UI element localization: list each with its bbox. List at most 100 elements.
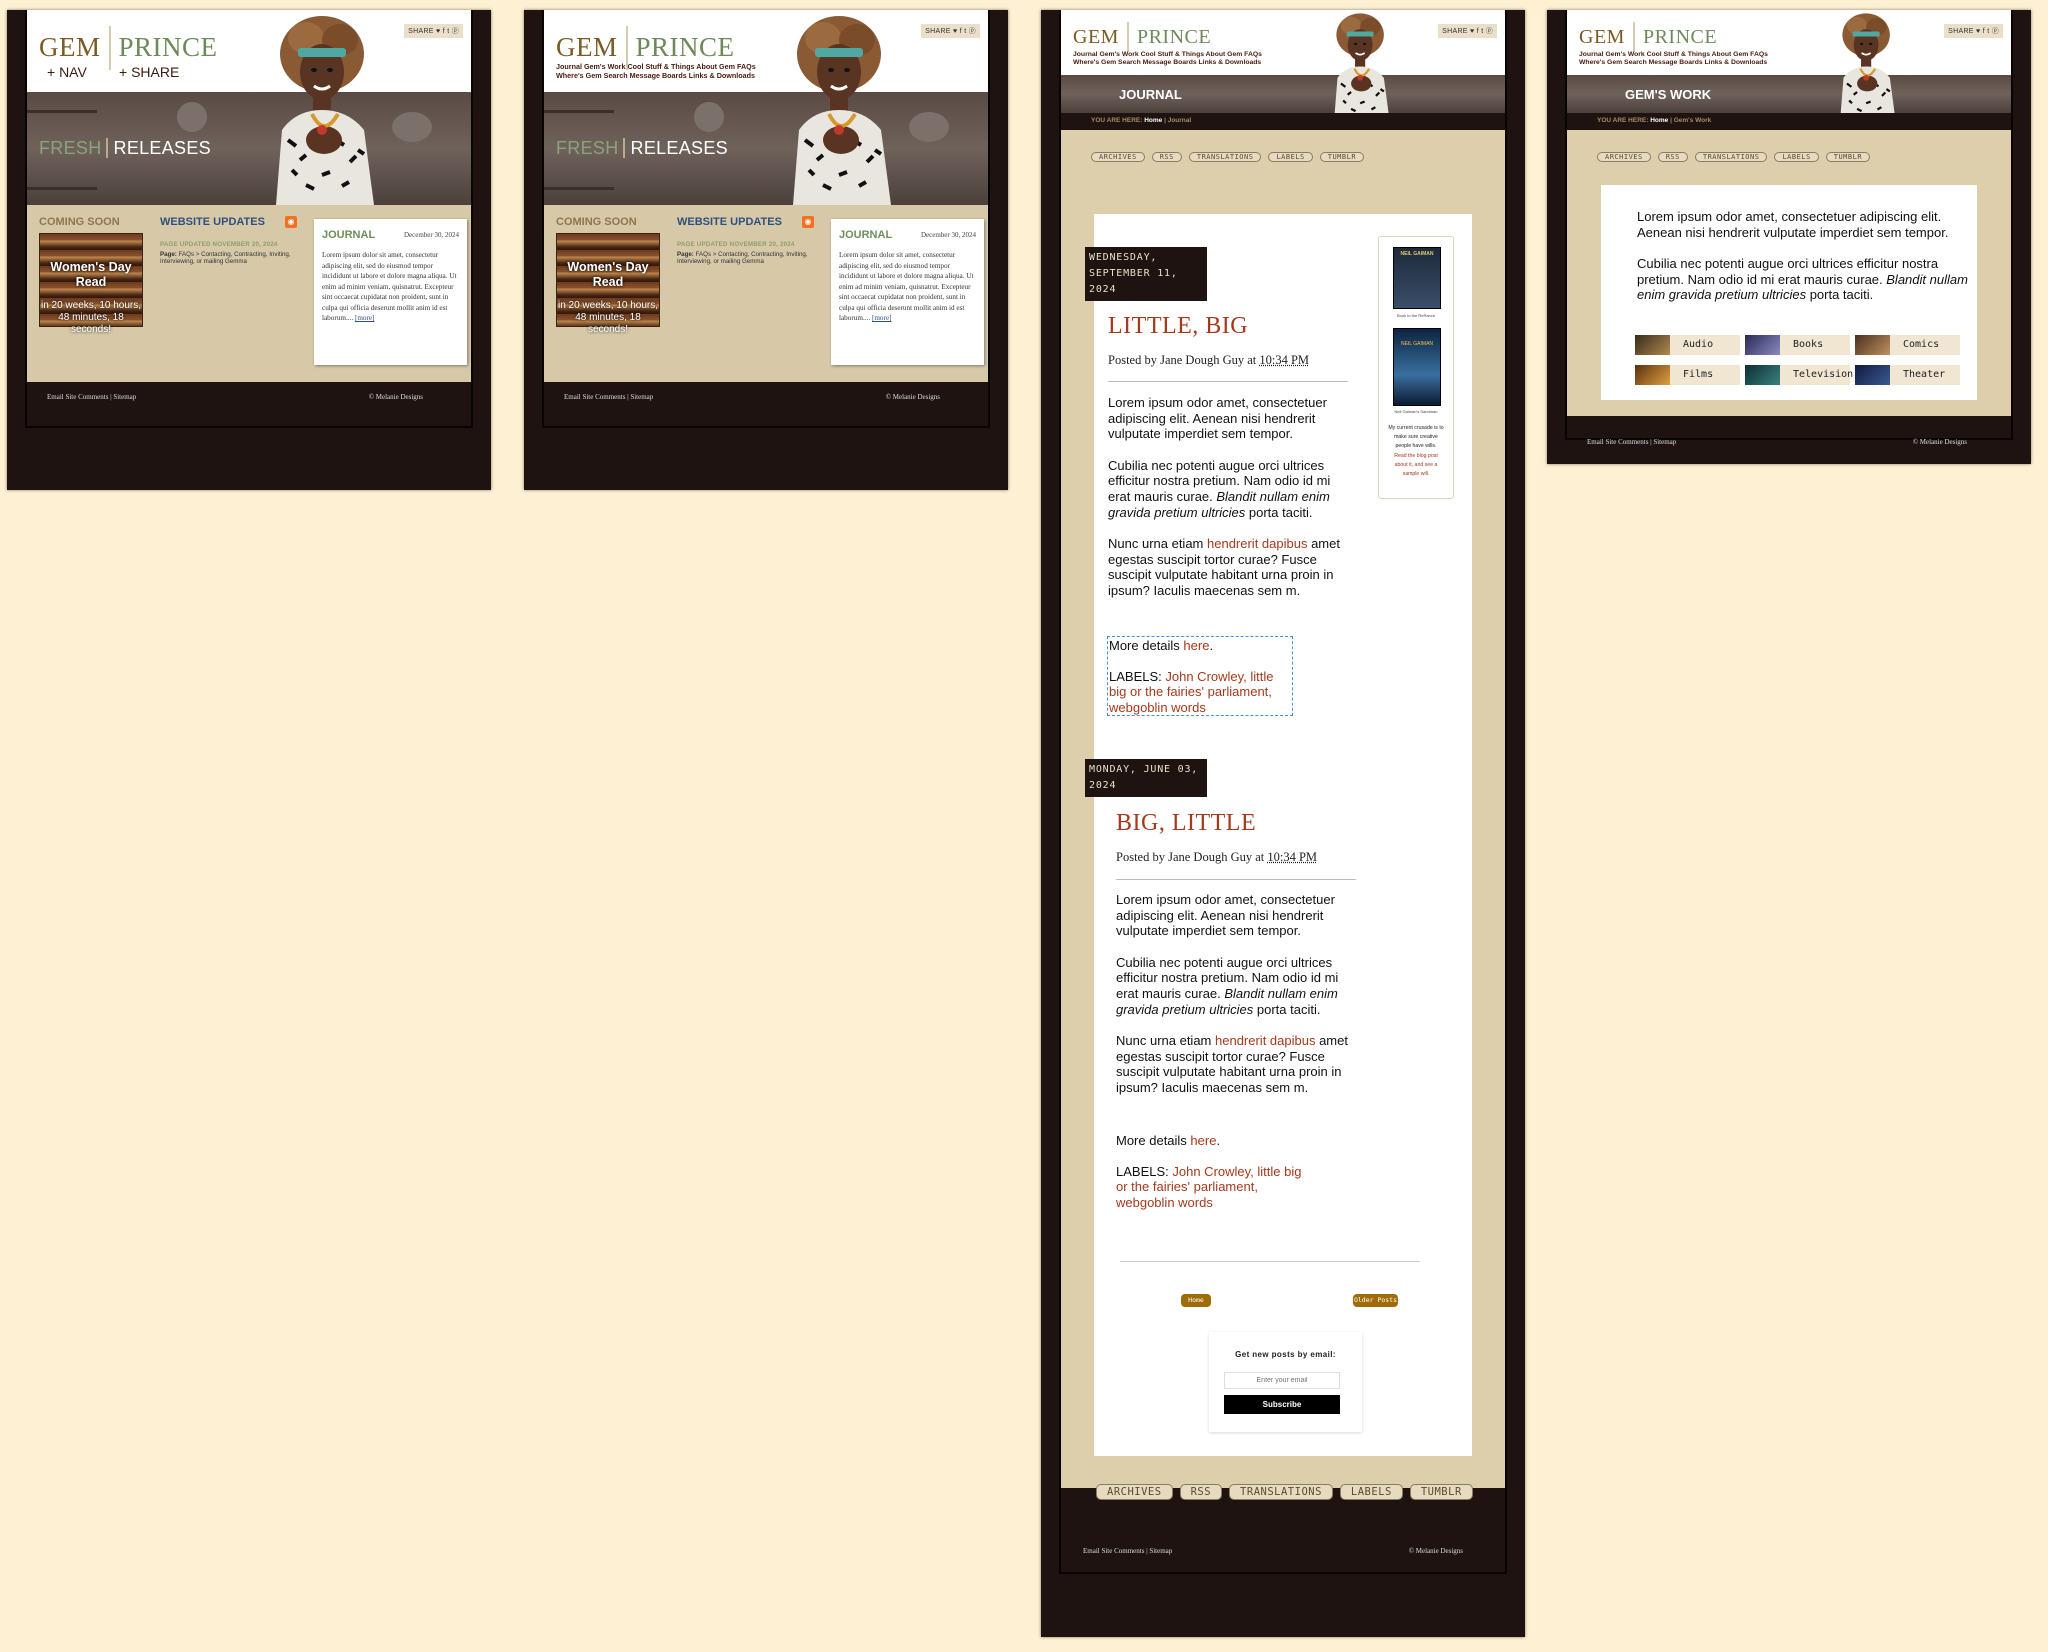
book-cover-1[interactable]: NEIL GAIMAN bbox=[1393, 247, 1441, 309]
footer-copyright: © Melanie Designs bbox=[1408, 1547, 1463, 1555]
nav-toggle[interactable]: + NAV bbox=[47, 64, 87, 80]
post-date: WEDNESDAY, SEPTEMBER 11, 2024 bbox=[1085, 247, 1207, 301]
footer-links[interactable]: Email Site Comments | Sitemap bbox=[564, 393, 653, 401]
logo-prince: PRINCE bbox=[118, 32, 218, 62]
coming-soon-heading: COMING SOON bbox=[556, 216, 637, 228]
home-content: COMING SOON Women's Day Read in 20 weeks… bbox=[544, 205, 988, 382]
tab-tumblr[interactable]: TUMBLR bbox=[1409, 1484, 1473, 1500]
post-title[interactable]: BIG, LITTLE bbox=[1116, 810, 1256, 837]
category-theater[interactable]: Theater bbox=[1855, 365, 1960, 385]
site-logo[interactable]: GEM PRINCE bbox=[1073, 22, 1211, 52]
more-link[interactable]: [more] bbox=[872, 314, 892, 322]
mobile-nav-screen: GEM PRINCE + NAV + SHARE SHARE ♥ f t ⓟ FR… bbox=[7, 10, 491, 490]
sidebar-link[interactable]: Read the blog post about it, and see a s… bbox=[1388, 452, 1444, 479]
post-divider bbox=[1108, 381, 1348, 382]
more-details-link[interactable]: here bbox=[1183, 638, 1209, 653]
more-link[interactable]: [more] bbox=[355, 314, 375, 322]
site-header: GEM PRINCE Journal Gem's Work Cool Stuff … bbox=[544, 10, 988, 92]
rss-icon[interactable]: ◉ bbox=[802, 216, 814, 228]
post-title[interactable]: LITTLE, BIG bbox=[1108, 313, 1248, 340]
older-posts-button[interactable]: Older Posts bbox=[1353, 1294, 1398, 1307]
post-timestamp[interactable]: 10:34 PM bbox=[1259, 353, 1309, 367]
journal-card: JOURNAL December 30, 2024 Lorem ipsum do… bbox=[314, 219, 467, 365]
footer-links[interactable]: Email Site Comments | Sitemap bbox=[47, 393, 136, 401]
journal-card: JOURNAL December 30, 2024 Lorem ipsum do… bbox=[831, 219, 984, 365]
post-timestamp[interactable]: 10:34 PM bbox=[1267, 850, 1317, 864]
website-updates-heading: WEBSITE UPDATES bbox=[677, 216, 782, 228]
hero-title: JOURNAL bbox=[1119, 87, 1182, 102]
rss-icon[interactable]: ◉ bbox=[285, 216, 297, 228]
share-toggle[interactable]: + SHARE bbox=[119, 64, 179, 80]
post-footer-selected: More details here. LABELS: John Crowley,… bbox=[1107, 636, 1293, 716]
tab-tumblr[interactable]: TUMBLR bbox=[1825, 152, 1871, 162]
hero-title: FRESH RELEASES bbox=[556, 138, 728, 158]
main-nav[interactable]: Journal Gem's Work Cool Stuff & Things A… bbox=[556, 62, 786, 80]
tab-archives[interactable]: ARCHIVES bbox=[1091, 152, 1145, 162]
countdown-book-banner[interactable]: Women's Day Read in 20 weeks, 10 hours, … bbox=[556, 233, 660, 335]
tab-archives[interactable]: ARCHIVES bbox=[1096, 1484, 1173, 1500]
journal-card-title: JOURNAL bbox=[839, 229, 893, 241]
tab-translations[interactable]: TRANSLATIONS bbox=[1694, 152, 1768, 162]
post-meta: Posted by Jane Dough Guy at 10:34 PM bbox=[1116, 850, 1318, 864]
post-footer: More details here. LABELS: John Crowley,… bbox=[1116, 1133, 1302, 1211]
category-comics[interactable]: Comics bbox=[1855, 335, 1960, 355]
sidebar-text: My current crusade is to make sure creat… bbox=[1388, 425, 1444, 449]
category-audio[interactable]: Audio bbox=[1635, 335, 1740, 355]
inline-link[interactable]: hendrerit dapibus bbox=[1207, 536, 1307, 551]
share-bar[interactable]: SHARE ♥ f t ⓟ bbox=[921, 24, 980, 38]
email-input[interactable] bbox=[1224, 1372, 1340, 1389]
site-logo[interactable]: GEM PRINCE bbox=[1579, 22, 1717, 52]
home-button[interactable]: Home bbox=[1181, 1294, 1211, 1307]
category-television[interactable]: Television bbox=[1745, 365, 1853, 385]
work-intro: Lorem ipsum odor amet, consectetuer adip… bbox=[1637, 209, 1968, 303]
book-cover-2[interactable]: NEIL GAIMAN bbox=[1393, 328, 1441, 406]
tab-archives[interactable]: ARCHIVES bbox=[1597, 152, 1651, 162]
work-card: Lorem ipsum odor amet, consectetuer adip… bbox=[1601, 185, 1977, 400]
hero-banner: GEM'S WORK bbox=[1567, 75, 2011, 113]
countdown-book-banner[interactable]: Women's Day Read in 20 weeks, 10 hours, … bbox=[39, 233, 143, 335]
breadcrumb-home[interactable]: Home bbox=[1144, 117, 1162, 124]
breadcrumb-home[interactable]: Home bbox=[1650, 117, 1668, 124]
site-header: GEM PRINCE + NAV + SHARE SHARE ♥ f t ⓟ bbox=[27, 10, 471, 92]
tab-labels[interactable]: LABELS bbox=[1339, 1484, 1403, 1500]
category-books[interactable]: Books bbox=[1745, 335, 1850, 355]
pagination-divider bbox=[1120, 1261, 1420, 1262]
share-bar[interactable]: SHARE ♥ f t ⓟ bbox=[1944, 24, 2003, 38]
inline-link[interactable]: hendrerit dapibus bbox=[1215, 1033, 1315, 1048]
journal-card-date: December 30, 2024 bbox=[403, 231, 459, 239]
tab-rss[interactable]: RSS bbox=[1657, 152, 1688, 162]
hero-title: GEM'S WORK bbox=[1625, 87, 1712, 102]
category-films[interactable]: Films bbox=[1635, 365, 1740, 385]
journal-card-title: JOURNAL bbox=[322, 229, 376, 241]
portrait-image bbox=[1326, 10, 1416, 113]
site-header: GEM PRINCE Journal Gem's Work Cool Stuff … bbox=[1061, 10, 1505, 75]
more-details-link[interactable]: here bbox=[1190, 1133, 1216, 1148]
breadcrumb-current: Gem's Work bbox=[1673, 117, 1712, 124]
website-updates-heading: WEBSITE UPDATES bbox=[160, 216, 265, 228]
logo-gem: GEM bbox=[39, 32, 101, 62]
tab-translations[interactable]: TRANSLATIONS bbox=[1229, 1484, 1333, 1500]
tab-tumblr[interactable]: TUMBLR bbox=[1319, 152, 1365, 162]
page-updated-date: PAGE UPDATED NOVEMBER 20, 2024 bbox=[677, 241, 795, 248]
main-nav[interactable]: Journal Gem's Work Cool Stuff & Things A… bbox=[1073, 51, 1303, 67]
work-content: ARCHIVES RSS TRANSLATIONS LABELS TUMBLR Lore… bbox=[1567, 130, 2011, 416]
desktop-home-screen: GEM PRINCE Journal Gem's Work Cool Stuff … bbox=[524, 10, 1008, 490]
tab-bar: ARCHIVES RSS TRANSLATIONS LABELS TUMBLR bbox=[1597, 152, 1877, 162]
tab-labels[interactable]: LABELS bbox=[1268, 152, 1313, 162]
share-bar[interactable]: SHARE ♥ f t ⓟ bbox=[1438, 24, 1497, 38]
main-nav[interactable]: Journal Gem's Work Cool Stuff & Things A… bbox=[1579, 51, 1809, 67]
page-updated-date: PAGE UPDATED NOVEMBER 20, 2024 bbox=[160, 241, 278, 248]
footer-links[interactable]: Email Site Comments | Sitemap bbox=[1083, 1547, 1172, 1555]
hero-banner: JOURNAL bbox=[1061, 75, 1505, 113]
tab-rss[interactable]: RSS bbox=[1151, 152, 1182, 162]
footer-copyright: © Melanie Designs bbox=[1912, 438, 1967, 446]
share-bar[interactable]: SHARE ♥ f t ⓟ bbox=[404, 24, 463, 38]
hero-title: FRESH RELEASES bbox=[39, 138, 211, 158]
journal-card-excerpt: Lorem ipsum dolor sit amet, consectetur … bbox=[839, 251, 974, 322]
portrait-image bbox=[266, 10, 384, 205]
footer-links[interactable]: Email Site Comments | Sitemap bbox=[1587, 438, 1676, 446]
tab-translations[interactable]: TRANSLATIONS bbox=[1188, 152, 1262, 162]
subscribe-button[interactable]: Subscribe bbox=[1224, 1395, 1340, 1414]
tab-labels[interactable]: LABELS bbox=[1774, 152, 1819, 162]
tab-rss[interactable]: RSS bbox=[1179, 1484, 1223, 1500]
